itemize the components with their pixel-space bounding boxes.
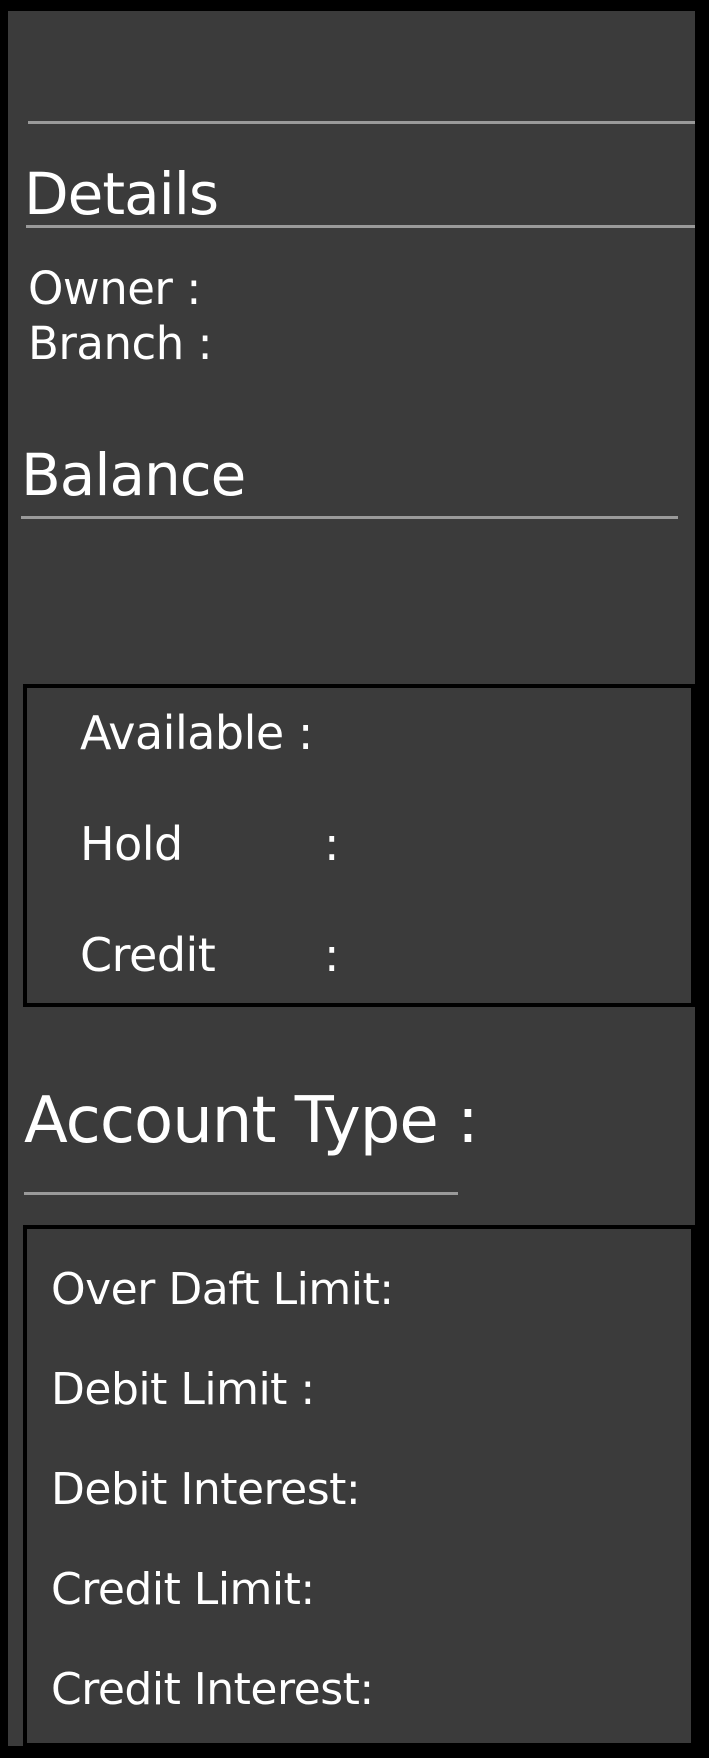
credit-separator: : bbox=[324, 928, 340, 982]
account-type-heading: Account Type : bbox=[24, 1084, 479, 1158]
hold-separator: : bbox=[324, 817, 340, 871]
credit-interest-label: Credit Interest: bbox=[51, 1664, 374, 1715]
credit-label: Credit bbox=[80, 928, 216, 982]
account-details-panel: Details Owner : Branch : Balance Availab… bbox=[5, 8, 698, 1749]
account-type-underline bbox=[24, 1192, 458, 1195]
details-heading: Details bbox=[24, 160, 219, 228]
branch-label: Branch : bbox=[28, 317, 213, 370]
details-underline bbox=[26, 225, 695, 228]
owner-label: Owner : bbox=[28, 262, 201, 315]
debit-limit-label: Debit Limit : bbox=[51, 1364, 315, 1415]
account-limits-box: Over Daft Limit: Debit Limit : Debit Int… bbox=[23, 1225, 695, 1746]
credit-limit-label: Credit Limit: bbox=[51, 1564, 315, 1615]
balance-heading: Balance bbox=[21, 441, 246, 509]
balance-box: Available : Hold : Credit : bbox=[23, 684, 695, 1007]
hold-label: Hold bbox=[80, 817, 183, 871]
top-divider bbox=[28, 121, 695, 124]
overdraft-limit-label: Over Daft Limit: bbox=[51, 1264, 394, 1315]
available-label: Available : bbox=[80, 706, 313, 760]
debit-interest-label: Debit Interest: bbox=[51, 1464, 361, 1515]
balance-underline bbox=[21, 516, 678, 519]
